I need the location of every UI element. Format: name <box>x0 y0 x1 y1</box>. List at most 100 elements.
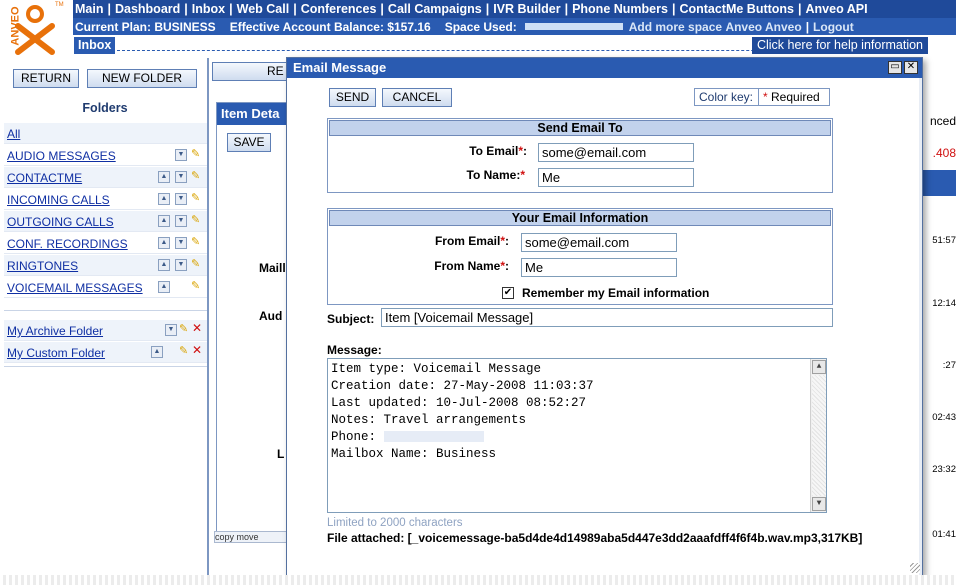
scroll-track[interactable] <box>812 375 826 496</box>
right-column-value: .408 <box>932 146 956 160</box>
phone-redacted <box>383 431 484 443</box>
subject-input[interactable]: Item [Voicemail Message] <box>381 308 833 327</box>
message-line: Item type: Voicemail Message <box>331 362 542 376</box>
move-up-icon[interactable]: ▲ <box>158 215 170 227</box>
move-down-icon[interactable]: ▼ <box>175 215 187 227</box>
scroll-down-icon[interactable]: ▼ <box>812 497 826 511</box>
folder-link[interactable]: RINGTONES <box>7 259 78 273</box>
time-cell: 23:32 <box>932 464 956 475</box>
nav-inbox[interactable]: Inbox <box>192 2 225 16</box>
nav-ivr-builder[interactable]: IVR Builder <box>493 2 560 16</box>
field-label: L <box>277 447 285 461</box>
edit-pencil-icon[interactable]: ✎ <box>191 214 203 227</box>
nav-separator: | <box>798 2 802 16</box>
edit-pencil-icon[interactable]: ✎ <box>191 170 203 183</box>
folder-link[interactable]: AUDIO MESSAGES <box>7 149 116 163</box>
logout-link[interactable]: Logout <box>813 20 854 34</box>
dialog-edge <box>919 78 922 575</box>
edit-pencil-icon[interactable]: ✎ <box>191 148 203 161</box>
move-down-icon[interactable]: ▼ <box>175 149 187 161</box>
cancel-button[interactable]: CANCEL <box>382 88 452 107</box>
add-more-space-link[interactable]: Add more space <box>629 20 722 34</box>
close-icon[interactable]: ✕ <box>904 61 918 74</box>
nav-dashboard[interactable]: Dashboard <box>115 2 180 16</box>
send-button[interactable]: SEND <box>329 88 376 107</box>
folder-row: VOICEMAIL MESSAGES ▲ ✎ <box>4 277 208 298</box>
from-name-label-text: From Name <box>434 259 501 273</box>
nav-call-campaigns[interactable]: Call Campaigns <box>388 2 482 16</box>
message-scrollbar[interactable]: ▲ ▼ <box>810 359 826 512</box>
folder-link[interactable]: INCOMING CALLS <box>7 193 110 207</box>
required-star: * <box>518 144 523 158</box>
time-cell: 51:57 <box>932 235 956 246</box>
anveo-logo[interactable]: ANVEO TM <box>0 0 73 58</box>
move-down-icon[interactable]: ▼ <box>175 259 187 271</box>
nav-separator: | <box>805 19 810 34</box>
from-email-input[interactable]: some@email.com <box>521 233 677 252</box>
color-key-required: * Required <box>759 89 820 105</box>
required-star: * <box>500 259 505 273</box>
return-button[interactable]: RETURN <box>13 69 79 88</box>
move-down-icon[interactable]: ▼ <box>175 237 187 249</box>
required-star: * <box>763 90 768 104</box>
nav-anveo-api[interactable]: Anveo API <box>806 2 868 16</box>
panel-separator <box>207 58 209 585</box>
edit-pencil-icon[interactable]: ✎ <box>179 323 191 336</box>
move-up-icon[interactable]: ▲ <box>151 346 163 358</box>
copy-move-bar[interactable]: copy move <box>214 531 288 543</box>
nav-web-call[interactable]: Web Call <box>237 2 290 16</box>
edit-pencil-icon[interactable]: ✎ <box>191 258 203 271</box>
nav-separator: | <box>293 2 297 16</box>
maximize-icon[interactable]: ▭ <box>888 61 902 74</box>
remember-label[interactable]: Remember my Email information <box>522 286 709 300</box>
save-button[interactable]: SAVE <box>227 133 271 152</box>
remember-checkbox[interactable]: ✔ <box>502 287 514 299</box>
to-email-input[interactable]: some@email.com <box>538 143 694 162</box>
edit-pencil-icon[interactable]: ✎ <box>179 345 191 358</box>
move-down-icon[interactable]: ▼ <box>175 171 187 183</box>
nav-separator: | <box>184 2 188 16</box>
inbox-tab[interactable]: Inbox <box>74 37 116 54</box>
folder-link-all[interactable]: All <box>7 127 20 141</box>
nav-conferences[interactable]: Conferences <box>301 2 377 16</box>
from-name-input[interactable]: Me <box>521 258 677 277</box>
dialog-titlebar[interactable]: Email Message ▭ ✕ <box>287 58 922 78</box>
top-nav: Main | Dashboard | Inbox | Web Call | Confer… <box>73 0 956 18</box>
edit-pencil-icon[interactable]: ✎ <box>191 280 203 293</box>
delete-icon[interactable]: ✕ <box>192 344 204 357</box>
message-textarea[interactable]: Item type: Voicemail Message Creation da… <box>327 358 827 513</box>
nav-phone-numbers[interactable]: Phone Numbers <box>572 2 668 16</box>
folder-link[interactable]: My Custom Folder <box>7 346 105 360</box>
edit-pencil-icon[interactable]: ✎ <box>191 236 203 249</box>
folder-link[interactable]: VOICEMAIL MESSAGES <box>7 281 143 295</box>
move-up-icon[interactable]: ▲ <box>158 193 170 205</box>
email-message-dialog: Email Message ▭ ✕ SEND CANCEL Color key:… <box>286 57 923 576</box>
resize-grip-icon[interactable] <box>910 563 920 573</box>
folder-all[interactable]: All <box>4 123 208 144</box>
account-balance: Effective Account Balance: $157.16 <box>229 19 431 34</box>
move-up-icon[interactable]: ▲ <box>158 237 170 249</box>
move-down-icon[interactable]: ▼ <box>175 193 187 205</box>
folder-row: OUTGOING CALLS ▲ ▼ ✎ <box>4 211 208 232</box>
folder-link[interactable]: My Archive Folder <box>7 324 103 338</box>
folder-link[interactable]: CONTACTME <box>7 171 82 185</box>
help-link[interactable]: Click here for help information <box>751 37 928 54</box>
section-heading: Your Email Information <box>329 210 831 226</box>
folder-link[interactable]: CONF. RECORDINGS <box>7 237 128 251</box>
message-line: Mailbox Name: Business <box>331 447 497 461</box>
nav-contactme-buttons[interactable]: ContactMe Buttons <box>679 2 794 16</box>
to-email-label-text: To Email <box>469 144 519 158</box>
folder-link[interactable]: OUTGOING CALLS <box>7 215 114 229</box>
delete-icon[interactable]: ✕ <box>192 322 204 335</box>
to-name-input[interactable]: Me <box>538 168 694 187</box>
move-up-icon[interactable]: ▲ <box>158 259 170 271</box>
nav-main[interactable]: Main <box>75 2 103 16</box>
move-up-icon[interactable]: ▲ <box>158 171 170 183</box>
edit-pencil-icon[interactable]: ✎ <box>191 192 203 205</box>
re-button[interactable]: RE <box>212 62 292 81</box>
user-name: Anveo Anveo <box>725 19 802 34</box>
move-down-icon[interactable]: ▼ <box>165 324 177 336</box>
move-up-icon[interactable]: ▲ <box>158 281 170 293</box>
scroll-up-icon[interactable]: ▲ <box>812 360 826 374</box>
new-folder-button[interactable]: NEW FOLDER <box>87 69 197 88</box>
